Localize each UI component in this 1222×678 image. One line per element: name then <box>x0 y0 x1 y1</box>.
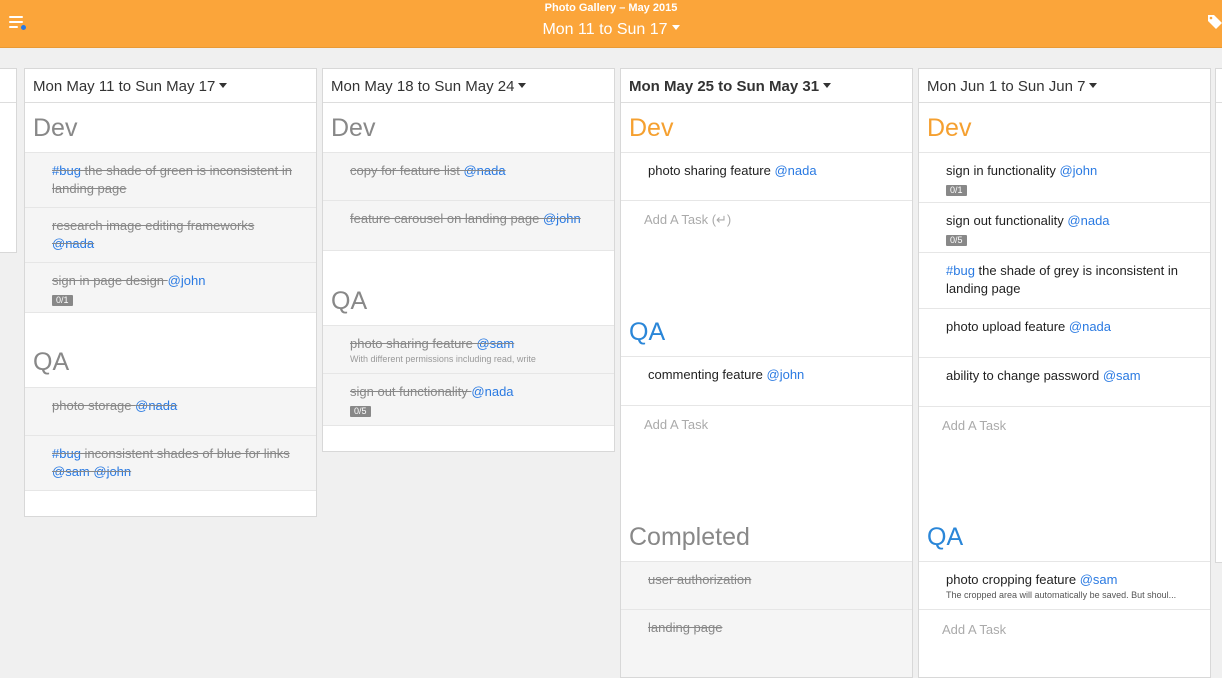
task-tag[interactable]: #bug <box>52 446 81 461</box>
task-mention[interactable]: @nada <box>463 163 505 178</box>
week-column-header[interactable]: Mon Jun 1 to Sun Jun 7 <box>919 69 1210 103</box>
task-text: landing page <box>648 620 723 635</box>
task-card[interactable]: photo upload feature @nada <box>919 308 1210 357</box>
chevron-down-icon <box>219 82 228 88</box>
task-card[interactable]: sign out functionality @nada 0/5 <box>323 373 614 425</box>
task-note: With different permissions including rea… <box>350 354 536 364</box>
week-title: Mon Jun 1 to Sun Jun 7 <box>927 78 1086 95</box>
task-tag[interactable]: #bug <box>52 163 81 178</box>
section-title-qa: QA <box>927 523 964 551</box>
task-text: sign in page design <box>52 273 168 288</box>
task-mention[interactable]: @sam <box>476 336 514 351</box>
task-mention[interactable]: @sam @john <box>52 464 131 479</box>
subtask-count-badge: 0/5 <box>350 406 371 417</box>
task-text: ability to change password <box>946 368 1103 383</box>
add-task-input[interactable]: Add A Task <box>644 417 708 432</box>
section-title-completed: Completed <box>629 523 750 551</box>
task-mention[interactable]: @sam <box>1080 572 1118 587</box>
task-card[interactable]: #bug the shade of grey is inconsistent i… <box>919 252 1210 308</box>
week-column-header[interactable]: Mon May 11 to Sun May 17 <box>25 69 316 103</box>
task-text: research image editing frameworks <box>52 218 255 233</box>
week-title: Mon May 18 to Sun May 24 <box>331 78 515 95</box>
chevron-down-icon <box>671 25 680 31</box>
task-card[interactable]: sign out functionality @nada 0/5 <box>919 202 1210 252</box>
chevron-down-icon <box>1089 82 1098 88</box>
previous-week-column-stub <box>0 68 17 253</box>
task-card[interactable]: ability to change password @sam <box>919 357 1210 406</box>
task-card[interactable]: commenting feature @john <box>621 356 912 405</box>
task-text: photo storage <box>52 398 136 413</box>
week-range-label: Mon 11 to Sun 17 <box>542 21 668 38</box>
task-card[interactable]: research image editing frameworks @nada <box>25 207 316 262</box>
task-mention[interactable]: @john <box>767 367 805 382</box>
task-tag[interactable]: #bug <box>946 263 975 278</box>
task-card[interactable]: landing page <box>621 609 912 677</box>
week-column: Mon May 11 to Sun May 17 Dev #bug the sh… <box>24 68 317 517</box>
task-mention[interactable]: @john <box>1059 163 1097 178</box>
task-text: photo upload feature <box>946 319 1069 334</box>
section-title-dev: Dev <box>331 114 376 142</box>
week-range-selector[interactable]: Mon 11 to Sun 17 <box>0 21 1222 39</box>
task-mention[interactable]: @nada <box>774 163 816 178</box>
week-column: Mon Jun 1 to Sun Jun 7 Dev sign in funct… <box>918 68 1211 678</box>
add-task-input[interactable]: Add A Task (↵) <box>644 212 731 228</box>
task-text: photo cropping feature <box>946 572 1080 587</box>
task-text: sign out functionality <box>946 213 1068 228</box>
task-card[interactable]: photo storage @nada <box>25 387 316 435</box>
task-mention[interactable]: @nada <box>52 236 94 251</box>
task-card[interactable]: photo sharing feature @nada <box>621 152 912 200</box>
section-title-qa: QA <box>33 348 70 376</box>
task-mention[interactable]: @nada <box>1069 319 1111 334</box>
task-mention[interactable]: @john <box>168 273 206 288</box>
task-card[interactable]: feature carousel on landing page @john <box>323 200 614 250</box>
week-column: Mon May 18 to Sun May 24 Dev copy for fe… <box>322 68 615 452</box>
top-bar: Photo Gallery – May 2015 Mon 11 to Sun 1… <box>0 0 1222 48</box>
week-title: Mon May 11 to Sun May 17 <box>33 78 216 95</box>
task-text: feature carousel on landing page <box>350 211 543 226</box>
section-title-qa: QA <box>629 318 666 346</box>
task-text: commenting feature <box>648 367 767 382</box>
section-title-dev: Dev <box>927 114 972 142</box>
subtask-count-badge: 0/1 <box>52 295 73 306</box>
week-column-header[interactable]: Mon May 18 to Sun May 24 <box>323 69 614 103</box>
task-mention[interactable]: @john <box>543 211 581 226</box>
chevron-down-icon <box>518 82 527 88</box>
task-card[interactable]: user authorization <box>621 561 912 609</box>
task-card[interactable]: sign in page design @john 0/1 <box>25 262 316 312</box>
task-mention[interactable]: @sam <box>1103 368 1141 383</box>
section-title-qa: QA <box>331 287 368 315</box>
project-title: Photo Gallery – May 2015 <box>544 2 678 14</box>
task-text: photo sharing feature <box>648 163 775 178</box>
task-card[interactable]: #bug the shade of green is inconsistent … <box>25 152 316 207</box>
task-text: the shade of grey is inconsistent in lan… <box>946 263 1178 296</box>
task-text: sign out functionality <box>350 384 472 399</box>
task-note: The cropped area will automatically be s… <box>946 590 1177 600</box>
task-text: inconsistent shades of blue for links <box>80 446 290 461</box>
tag-icon[interactable] <box>1207 14 1222 30</box>
task-text: copy for feature list <box>350 163 464 178</box>
task-card[interactable]: #bug inconsistent shades of blue for lin… <box>25 435 316 490</box>
add-task-input[interactable]: Add A Task <box>942 418 1006 433</box>
task-mention[interactable]: @nada <box>1067 213 1109 228</box>
add-task-input[interactable]: Add A Task <box>942 622 1006 637</box>
task-mention[interactable]: @nada <box>135 398 177 413</box>
week-title: Mon May 25 to Sun May 31 <box>629 78 820 95</box>
week-column: Mon May 25 to Sun May 31 Dev photo shari… <box>620 68 913 678</box>
task-text: user authorization <box>648 572 752 587</box>
task-text: sign in functionality <box>946 163 1060 178</box>
subtask-count-badge: 0/1 <box>946 185 967 196</box>
task-card[interactable]: copy for feature list @nada <box>323 152 614 200</box>
task-text: the shade of green is inconsistent in la… <box>52 163 292 196</box>
section-title-dev: Dev <box>629 114 674 142</box>
subtask-count-badge: 0/5 <box>946 235 967 246</box>
task-mention[interactable]: @nada <box>471 384 513 399</box>
chevron-down-icon <box>823 82 832 88</box>
task-text: photo sharing feature <box>350 336 477 351</box>
section-title-dev: Dev <box>33 114 78 142</box>
task-card[interactable]: sign in functionality @john 0/1 <box>919 152 1210 202</box>
next-week-column-stub <box>1215 68 1222 563</box>
task-card[interactable]: photo sharing feature @sam With differen… <box>323 325 614 373</box>
week-column-header[interactable]: Mon May 25 to Sun May 31 <box>621 69 912 103</box>
task-card[interactable]: photo cropping feature @sam The cropped … <box>919 561 1210 609</box>
